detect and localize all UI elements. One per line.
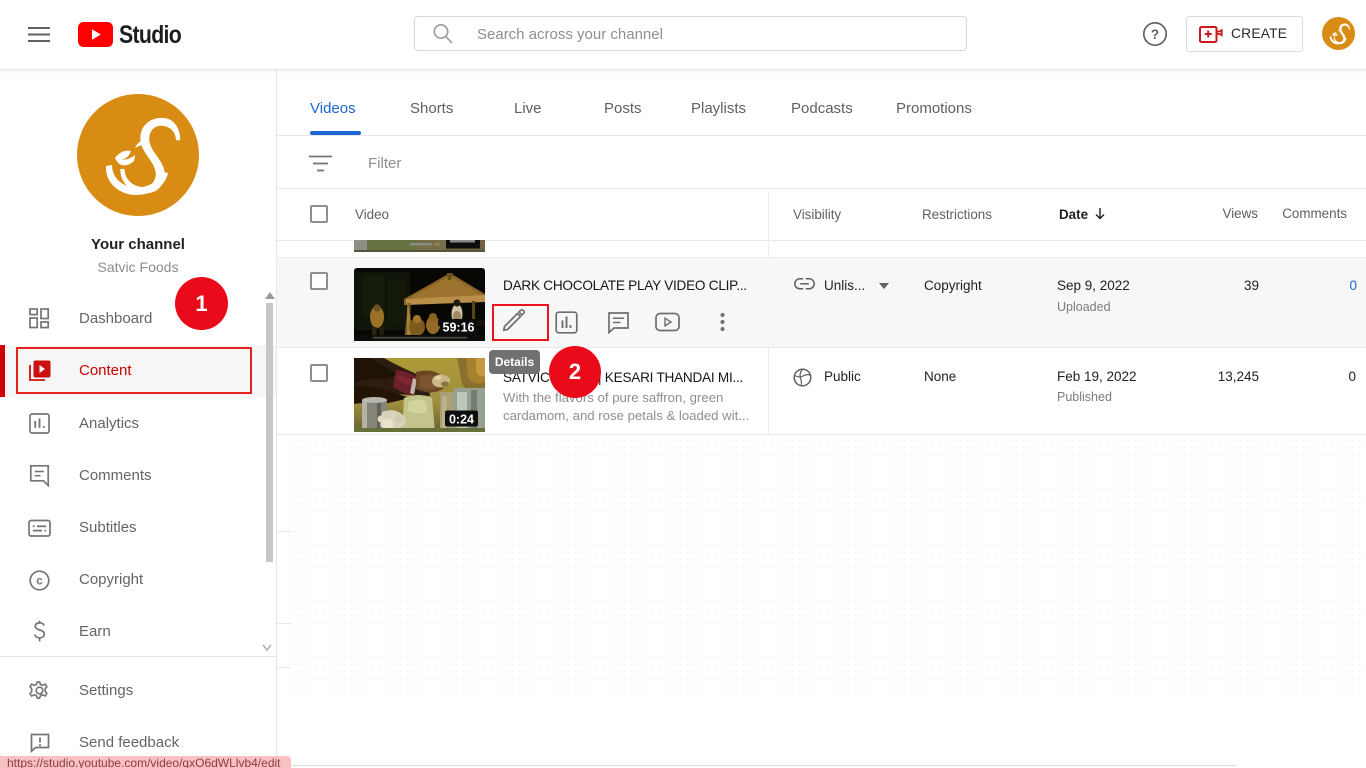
svg-text:0:24: 0:24	[449, 413, 474, 427]
svg-text:?: ?	[1151, 27, 1159, 42]
svg-text:59:16: 59:16	[443, 321, 475, 335]
svg-text:c: c	[36, 576, 43, 588]
